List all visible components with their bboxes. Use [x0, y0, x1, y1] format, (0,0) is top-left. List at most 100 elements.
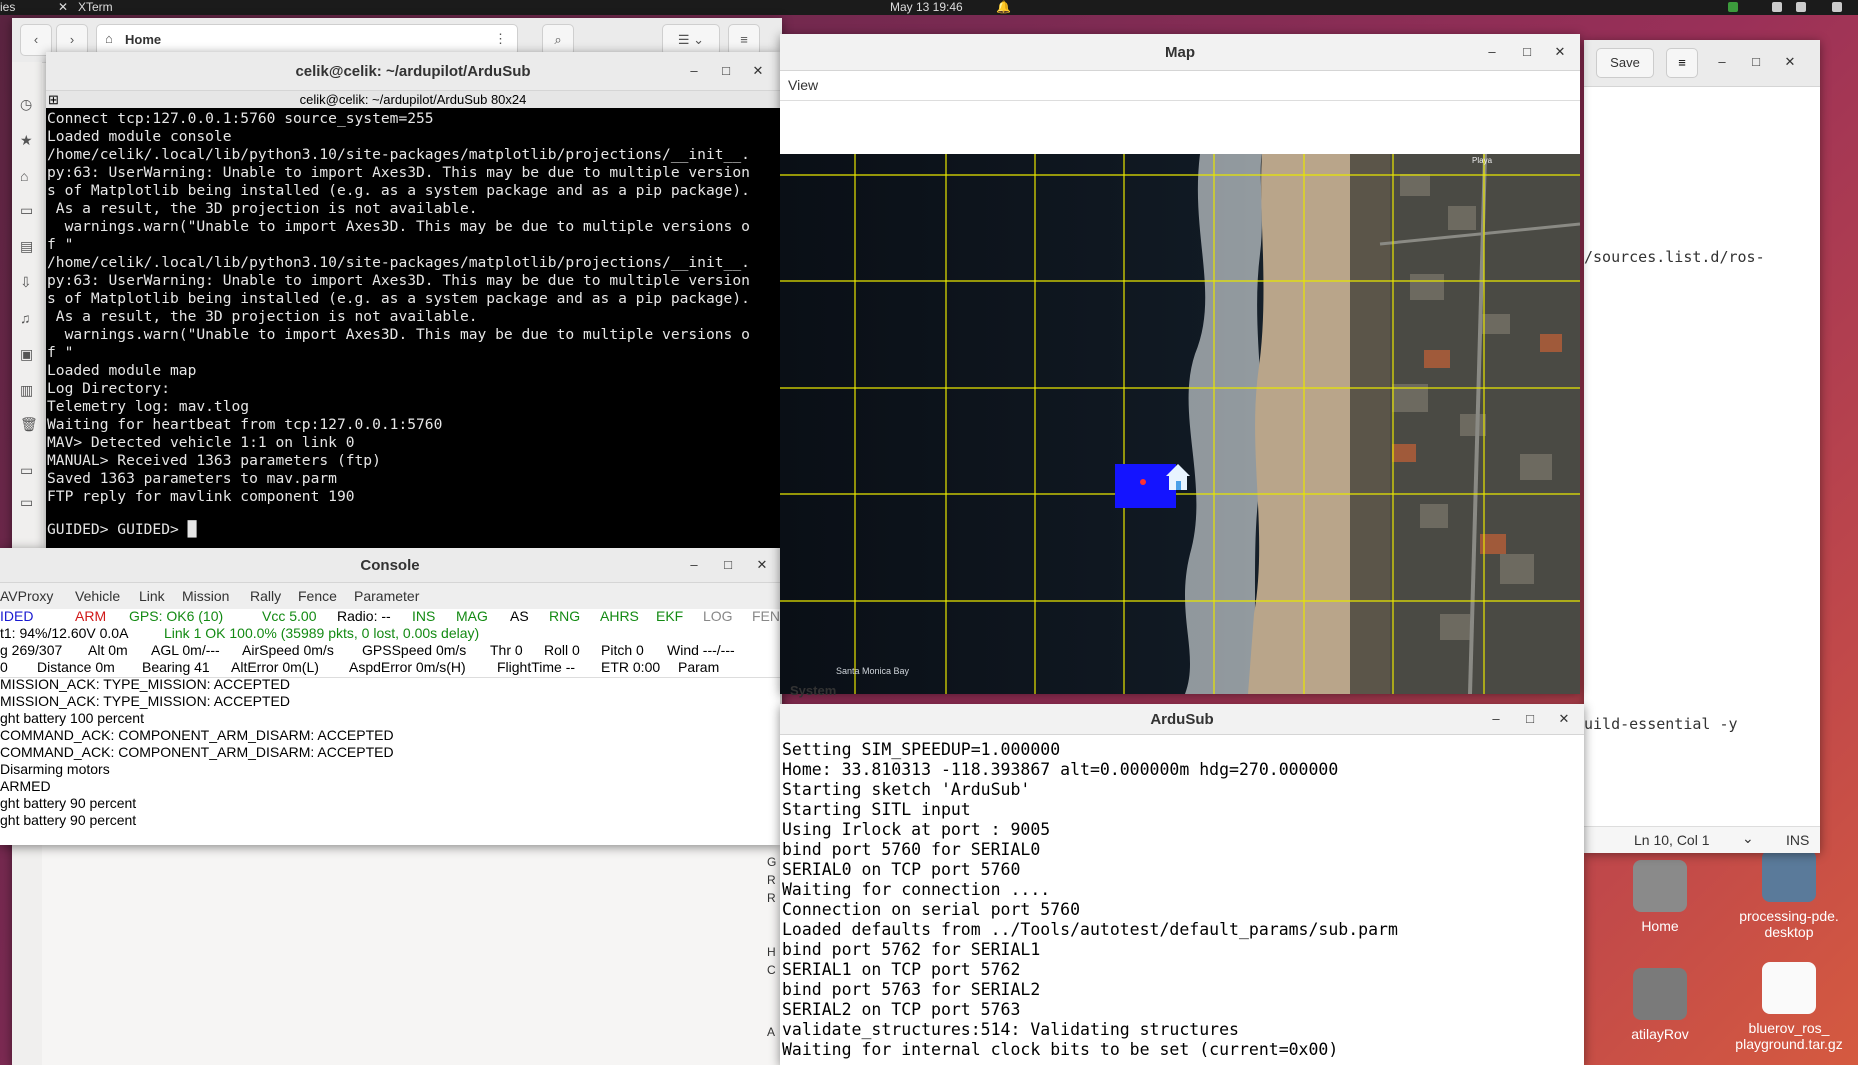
maximize-button[interactable]: □ — [1746, 52, 1766, 72]
log-status: LOG — [703, 608, 733, 624]
pictures-icon[interactable]: ▣ — [20, 346, 33, 363]
minimize-button[interactable]: – — [1486, 709, 1506, 729]
ins-status: INS — [412, 608, 436, 624]
satellite-map — [780, 154, 1580, 694]
desktop-icon-bluerov[interactable]: bluerov_ros_ playground.tar.gz — [1734, 962, 1844, 1052]
terminal-line: Starting sketch 'ArduSub' — [782, 780, 1031, 799]
maximize-button[interactable]: □ — [718, 555, 738, 575]
close-button[interactable]: ✕ — [1554, 709, 1574, 729]
terminal-line: bind port 5762 for SERIAL1 — [782, 940, 1041, 959]
console-titlebar: Console – □ ✕ — [0, 548, 780, 583]
home-place-icon[interactable]: ⌂ — [20, 168, 28, 184]
minimize-button[interactable]: – — [684, 61, 704, 81]
terminal-line: SERIAL2 on TCP port 5763 — [782, 1000, 1021, 1019]
minimize-button[interactable]: – — [1712, 52, 1732, 72]
music-icon[interactable]: ♫ — [20, 310, 31, 326]
clock[interactable]: May 13 19:46 — [890, 0, 963, 14]
cursor-position[interactable]: Ln 10, Col 1 — [1634, 832, 1710, 848]
desktop-place-icon[interactable]: ▭ — [20, 202, 33, 219]
terminal-line: Log Directory: — [47, 380, 171, 397]
terminal-line: s of Matplotlib being installed (e.g. as… — [47, 290, 750, 307]
menu-vehicle[interactable]: Vehicle — [75, 588, 120, 604]
menu-rally[interactable]: Rally — [250, 588, 281, 604]
menu-parameter[interactable]: Parameter — [354, 588, 419, 604]
minimize-button[interactable]: – — [1482, 42, 1502, 62]
starred-icon[interactable]: ★ — [20, 132, 33, 149]
maximize-button[interactable]: □ — [1520, 709, 1540, 729]
maximize-button[interactable]: □ — [716, 61, 736, 81]
battery-icon[interactable] — [1832, 2, 1842, 12]
close-button[interactable]: ✕ — [748, 61, 768, 81]
maximize-button[interactable]: □ — [1517, 42, 1537, 62]
log-line: ght battery 90 percent — [0, 795, 137, 811]
flighttime-status: FlightTime -- — [497, 659, 576, 675]
close-button[interactable]: ✕ — [1780, 52, 1800, 72]
distance-status: Distance 0m — [37, 659, 115, 675]
home-icon: ⌂ — [105, 31, 113, 46]
downloads-icon[interactable]: ⇩ — [20, 274, 32, 291]
text-editor-window: Save ≡ – □ ✕ /sources.list.d/ros- uild-e… — [1584, 40, 1820, 853]
terminal-line: Connect tcp:127.0.0.1:5760 source_system… — [47, 110, 434, 127]
shield-icon[interactable] — [1728, 2, 1738, 12]
terminal-line: bind port 5760 for SERIAL0 — [782, 840, 1041, 859]
terminal-line: s of Matplotlib being installed (e.g. as… — [47, 182, 750, 199]
top-bar: ies ✕ XTerm May 13 19:46 🔔 — [0, 0, 1858, 15]
map-canvas[interactable]: Santa Monica Bay Playa — [780, 154, 1580, 694]
terminal-line: /home/celik/.local/lib/python3.10/site-p… — [47, 146, 750, 163]
mavproxy-console-window[interactable]: Console – □ ✕ AVProxy Vehicle Link Missi… — [0, 548, 780, 845]
insert-mode[interactable]: INS — [1786, 832, 1809, 848]
param-status: Param — [678, 659, 720, 675]
ardusub-terminal-window[interactable]: ArduSub – □ ✕ Setting SIM_SPEEDUP=1.0000… — [780, 704, 1584, 1065]
terminal-output[interactable]: Setting SIM_SPEEDUP=1.000000 Home: 33.810… — [782, 740, 1398, 1060]
terminal-line: GUIDED> GUIDED> █ — [47, 520, 197, 538]
activities-button[interactable]: ies — [0, 0, 15, 14]
trash-icon[interactable]: 🗑 — [20, 416, 38, 433]
active-app-label[interactable]: XTerm — [78, 0, 113, 14]
menu-fence[interactable]: Fence — [298, 588, 337, 604]
map-window[interactable]: Map – □ ✕ View Santa Monica Bay Playa Sy… — [780, 34, 1580, 698]
save-button[interactable]: Save — [1596, 48, 1654, 78]
terminal-line: FTP reply for mavlink component 190 — [47, 488, 355, 505]
menu-view[interactable]: View — [788, 77, 818, 93]
mode-status: IDED — [0, 608, 34, 624]
menu-mavproxy[interactable]: AVProxy — [0, 588, 53, 604]
close-button[interactable]: ✕ — [1550, 42, 1570, 62]
terminal-line: validate_structures:514: Validating stru… — [782, 1020, 1239, 1039]
log-line: ARMED — [0, 778, 51, 794]
more-vertical-icon[interactable]: ⋮ — [494, 31, 507, 47]
folder-icon — [1633, 968, 1687, 1020]
videos-icon[interactable]: ▥ — [20, 382, 33, 399]
recent-icon[interactable]: ◷ — [20, 96, 32, 113]
vehicle-marker[interactable] — [1115, 464, 1176, 508]
xterm-menu-icon[interactable]: ⊞ — [48, 91, 59, 108]
bearing-status: Bearing 41 — [142, 659, 210, 675]
menu-mission[interactable]: Mission — [182, 588, 229, 604]
vcc-status: Vcc 5.00 — [262, 608, 317, 624]
volume-icon[interactable] — [1796, 2, 1806, 12]
menu-link[interactable]: Link — [139, 588, 165, 604]
close-button[interactable]: ✕ — [752, 555, 772, 575]
minimize-button[interactable]: – — [684, 555, 704, 575]
desktop-icon-processing[interactable]: processing-pde. desktop — [1734, 850, 1844, 940]
desktop-icon-atilayrov[interactable]: atilayRov — [1605, 968, 1715, 1042]
log-line: MISSION_ACK: TYPE_MISSION: ACCEPTED — [0, 693, 290, 709]
console-log[interactable]: MISSION_ACK: TYPE_MISSION: ACCEPTED MISSI… — [0, 676, 394, 829]
terminal-line: warnings.warn("Unable to import Axes3D. … — [47, 218, 750, 235]
documents-icon[interactable]: ▤ — [20, 238, 33, 255]
terminal-output[interactable]: Connect tcp:127.0.0.1:5760 source_system… — [47, 110, 770, 539]
chevron-down-icon[interactable]: ⌄ — [1742, 830, 1754, 847]
terminal-line: Saved 1363 parameters to mav.parm — [47, 470, 337, 487]
drive-icon[interactable]: ▭ — [20, 462, 33, 479]
drive-icon[interactable]: ▭ — [20, 494, 33, 511]
ekf-status: EKF — [656, 608, 684, 624]
arm-status: ARM — [75, 608, 107, 624]
terminal-line: Using Irlock at port : 9005 — [782, 820, 1051, 839]
network-icon[interactable] — [1772, 2, 1782, 12]
terminal-line: Loaded module map — [47, 362, 197, 379]
xterm-app-icon: ✕ — [58, 0, 69, 14]
rng-status: RNG — [549, 608, 581, 624]
editor-menu-button[interactable]: ≡ — [1666, 48, 1698, 78]
xterm-window[interactable]: celik@celik: ~/ardupilot/ArduSub – □ ✕ ⊞… — [46, 52, 780, 592]
desktop-icon-home[interactable]: Home — [1605, 860, 1715, 934]
